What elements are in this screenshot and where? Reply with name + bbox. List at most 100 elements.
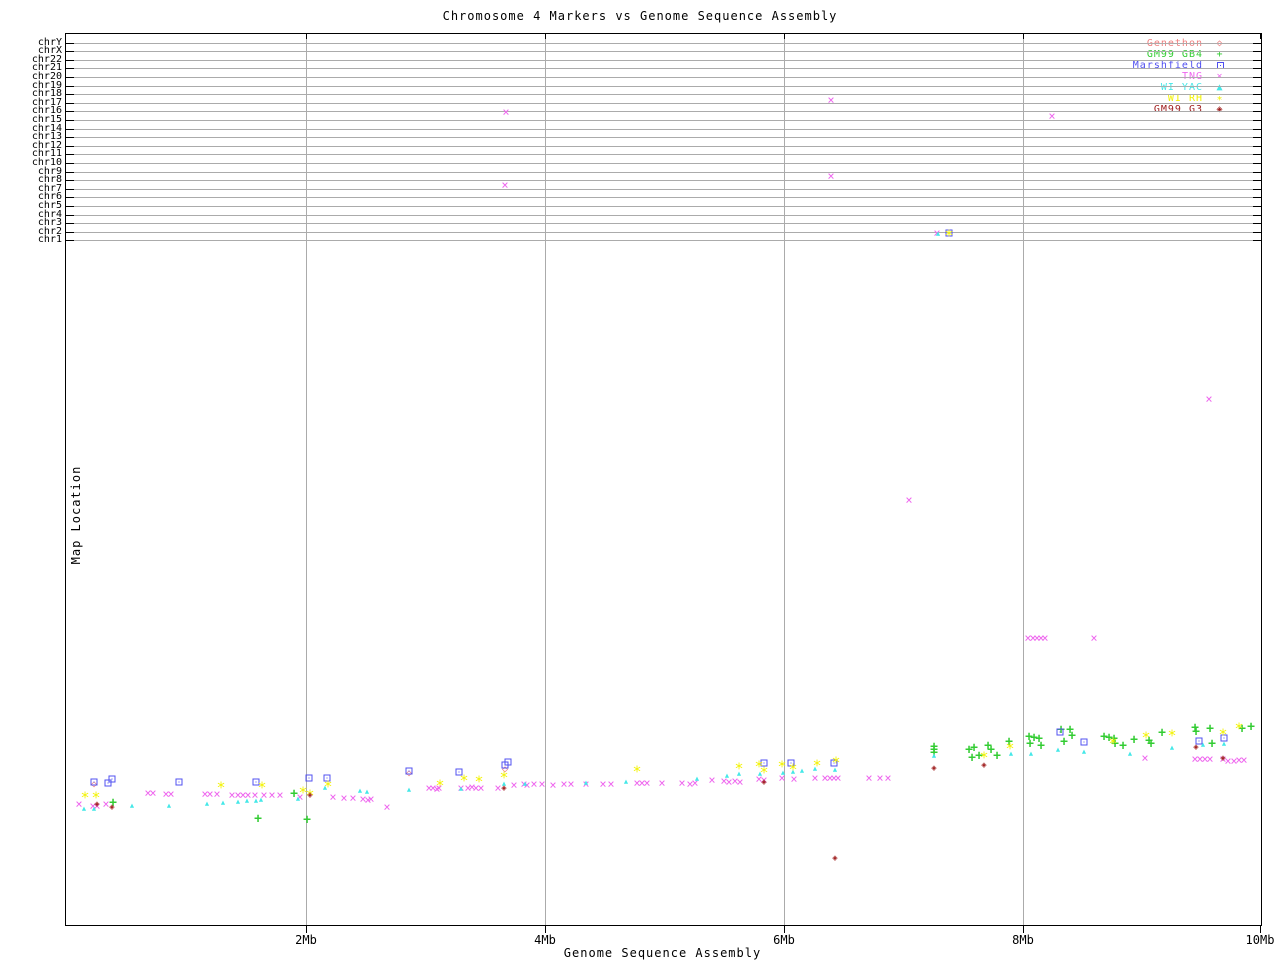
data-point-wirh: * (788, 760, 798, 779)
x-tick-label: 2Mb (295, 933, 317, 947)
data-point-wirh: * (734, 759, 744, 778)
legend-label: WI YAC (1160, 82, 1203, 93)
data-point-gm99gb4: + (1119, 738, 1127, 754)
y-axis-tick-right (1253, 51, 1261, 53)
x-tick-label: 4Mb (534, 933, 556, 947)
y-axis-tick-right (1253, 162, 1261, 164)
chromosome-gridline (66, 137, 1261, 139)
data-point-tng: × (1090, 631, 1098, 645)
plot-area: Map Location Genethon◇GM99 GB4+Marshfiel… (32, 33, 1274, 947)
y-axis-tick-right (1253, 214, 1261, 216)
x-axis-tick (784, 34, 785, 39)
y-axis-tick-left (66, 205, 74, 207)
data-point-wirh: * (831, 753, 841, 772)
y-axis-tick-left (66, 68, 74, 70)
data-point-tng: × (502, 105, 510, 119)
chromosome-gridline (66, 240, 1261, 242)
data-point-wirh: * (323, 777, 333, 796)
data-point-wiyac: ▲ (724, 771, 730, 780)
data-point-tng: × (383, 800, 391, 814)
y-axis-tick-left (66, 162, 74, 164)
y-axis-tick-right (1253, 42, 1261, 44)
legend-item-wiyac: WI YAC ▲ (1133, 82, 1237, 93)
y-axis-tick-left (66, 214, 74, 216)
data-point-wirh: * (1167, 726, 1177, 745)
data-point-tng: × (827, 93, 835, 107)
data-point-wirh: * (1005, 739, 1015, 758)
data-point-wirh: * (216, 778, 226, 797)
y-axis-tick-right (1253, 223, 1261, 225)
data-point-wiyac: ▲ (253, 796, 259, 805)
chromosome-gridline (66, 154, 1261, 156)
data-point-wirh: * (435, 776, 445, 795)
y-axis-tick-right (1253, 145, 1261, 147)
data-point-wirh: * (632, 762, 642, 781)
x-axis-tick (545, 34, 546, 39)
y-axis-tick-left (66, 154, 74, 156)
chromosome-gridline (66, 111, 1261, 113)
data-point-wiyac: ▲ (258, 795, 264, 804)
data-point-gm99g3: ◈ (501, 783, 507, 794)
x-axis-tick (1023, 34, 1024, 39)
data-point-wiyac: ▲ (1081, 747, 1087, 756)
data-point-tng: × (1141, 751, 1149, 765)
chromosome-gridline (66, 231, 1261, 233)
data-point-tng: × (167, 787, 175, 801)
data-point-wirh: * (812, 756, 822, 775)
data-point-wiyac: ▲ (81, 804, 87, 813)
y-axis-tick-left (66, 94, 74, 96)
data-point-marshfield (305, 774, 313, 782)
y-axis-tick-right (1253, 128, 1261, 130)
data-point-wirh: * (80, 788, 90, 807)
data-point-wiyac: ▲ (204, 799, 210, 808)
y-axis-tick-right (1253, 111, 1261, 113)
data-point-tng: × (510, 778, 518, 792)
data-point-wirh: * (777, 757, 787, 776)
x-axis-tick (306, 34, 307, 39)
y-axis-tick-left (66, 42, 74, 44)
data-point-gm99g3: ◈ (761, 777, 767, 788)
data-point-tng: × (276, 788, 284, 802)
data-point-gm99gb4: + (1247, 719, 1255, 735)
data-point-wiyac: ▲ (931, 751, 937, 760)
y-axis-tick-left (66, 197, 74, 199)
data-point-wiyac: ▲ (235, 797, 241, 806)
data-point-tng: × (834, 771, 842, 785)
y-axis-tick-right (1253, 137, 1261, 139)
x-gridline (545, 34, 546, 925)
data-point-gm99g3: ◈ (931, 763, 937, 774)
legend-label: GM99 G3 (1153, 104, 1203, 115)
data-point-gm99gb4: + (303, 812, 311, 828)
data-point-tng: × (349, 791, 357, 805)
y-axis-tick-left (66, 180, 74, 182)
chromosome-gridline (66, 119, 1261, 121)
y-axis-tick-right (1253, 205, 1261, 207)
data-point-wirh: * (474, 772, 484, 791)
data-point-marshfield (504, 758, 512, 766)
data-point-tng: × (827, 169, 835, 183)
chromosome-gridline (66, 94, 1261, 96)
y-axis-tick-left (66, 137, 74, 139)
y-axis-tick-right (1253, 59, 1261, 61)
data-point-wiyac: ▲ (357, 786, 363, 795)
x-axis-tick (545, 926, 546, 933)
data-point-gm99g3: ◈ (94, 799, 100, 810)
data-point-wiyac: ▲ (406, 785, 412, 794)
x-gridline (784, 34, 785, 925)
chromosome-gridline (66, 76, 1261, 78)
data-point-tng: × (1206, 752, 1214, 766)
data-point-wiyac: ▲ (935, 229, 941, 238)
y-axis-tick-right (1253, 188, 1261, 190)
data-point-tng: × (643, 776, 651, 790)
y-axis-tick-left (66, 119, 74, 121)
data-point-tng: × (905, 493, 913, 507)
y-axis-tick-left (66, 76, 74, 78)
x-axis-tick (1023, 926, 1024, 933)
data-point-tng: × (149, 786, 157, 800)
x-gridline (1023, 34, 1024, 925)
data-point-tng: × (876, 771, 884, 785)
screenshot-root: { "title": "Chromosome 4 Markers vs Geno… (0, 0, 1280, 960)
chromosome-gridline (66, 68, 1261, 70)
data-point-wiyac: ▲ (1127, 749, 1133, 758)
x-tick-label: 8Mb (1012, 933, 1034, 947)
